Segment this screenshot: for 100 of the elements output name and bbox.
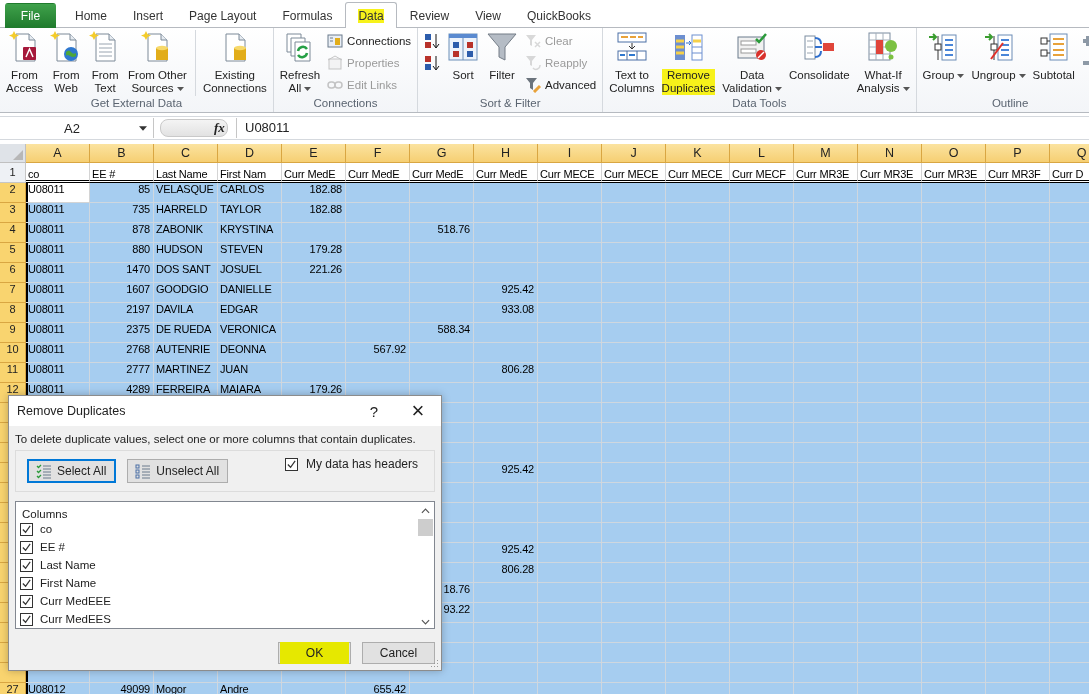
table-cell — [730, 523, 794, 543]
column-header[interactable]: G — [410, 144, 474, 163]
column-header[interactable]: N — [858, 144, 922, 163]
column-header[interactable]: B — [90, 144, 154, 163]
unselect-all-button[interactable]: Unselect All — [127, 459, 229, 483]
scroll-down-icon[interactable] — [421, 619, 430, 625]
ribbon-button[interactable]: Consolidate — [785, 30, 853, 82]
column-header[interactable]: I — [538, 144, 602, 163]
ribbon-button[interactable]: Connections — [324, 30, 415, 52]
column-header[interactable]: Q — [1050, 144, 1089, 163]
row-header[interactable]: 2 — [0, 183, 26, 203]
ribbon-tab[interactable]: Formulas — [269, 3, 346, 28]
insert-function-button[interactable]: fx — [214, 120, 228, 136]
row-header[interactable]: 6 — [0, 263, 26, 283]
table-cell — [922, 623, 986, 643]
column-header[interactable]: O — [922, 144, 986, 163]
row-header[interactable]: 10 — [0, 343, 26, 363]
row-header[interactable]: 5 — [0, 243, 26, 263]
ribbon-button[interactable]: Group — [919, 30, 968, 82]
ribbon-button[interactable]: From Text — [86, 30, 125, 95]
table-cell — [538, 323, 602, 343]
ribbon-tab[interactable]: Insert — [120, 3, 177, 28]
ribbon-button[interactable]: Refresh All — [276, 30, 324, 95]
table-cell — [858, 243, 922, 263]
ribbon-button[interactable]: Subtotal — [1029, 30, 1078, 82]
row-header[interactable]: 1 — [0, 163, 26, 183]
column-header[interactable]: F — [346, 144, 410, 163]
close-button[interactable]: × — [401, 398, 435, 424]
select-all-corner[interactable] — [0, 144, 26, 163]
ribbon-button[interactable]: What-If Analysis — [853, 30, 913, 95]
table-cell — [858, 663, 922, 683]
column-checkbox[interactable]: EE # — [20, 538, 417, 556]
table-cell — [602, 663, 666, 683]
column-header[interactable]: D — [218, 144, 282, 163]
ribbon-button[interactable]: From Access — [3, 30, 47, 95]
row-header[interactable]: 11 — [0, 363, 26, 383]
ribbon-tab[interactable]: QuickBooks — [513, 3, 604, 28]
what-if-icon — [867, 31, 900, 63]
ribbon-button[interactable]: Filter — [483, 30, 522, 82]
ribbon-button[interactable]: Advanced — [522, 74, 600, 96]
check-icon — [285, 458, 297, 470]
table-cell — [986, 463, 1050, 483]
column-checkbox[interactable]: Last Name — [20, 556, 417, 574]
ribbon-tab[interactable]: Home — [62, 3, 120, 28]
formula-bar-handle[interactable] — [160, 119, 228, 137]
ribbon-button[interactable]: From Other Sources — [125, 30, 190, 95]
table-cell: 182.88 — [282, 183, 346, 203]
row-header[interactable]: 27 — [0, 683, 26, 694]
column-header[interactable]: C — [154, 144, 218, 163]
row-header[interactable]: 8 — [0, 303, 26, 323]
help-button[interactable]: ? — [359, 402, 389, 420]
column-header[interactable]: M — [794, 144, 858, 163]
table-cell: U08011 — [26, 263, 90, 283]
ribbon-tab[interactable]: Review — [396, 3, 463, 28]
ribbon-button[interactable]: Existing Connections — [199, 30, 270, 95]
table-cell — [538, 623, 602, 643]
row-header[interactable]: 4 — [0, 223, 26, 243]
ribbon-button[interactable]: Remove Duplicates — [658, 30, 719, 95]
row-header[interactable]: 3 — [0, 203, 26, 223]
table-cell — [794, 583, 858, 603]
ribbon-button[interactable]: Data Validation — [719, 30, 785, 95]
scroll-up-icon[interactable] — [421, 508, 430, 514]
ribbon-button[interactable]: Sort — [444, 30, 483, 82]
group-label: Connections — [312, 96, 379, 111]
ribbon-tab[interactable]: Data — [345, 2, 397, 28]
headers-checkbox[interactable]: My data has headers — [284, 457, 418, 471]
column-header[interactable]: H — [474, 144, 538, 163]
file-tab[interactable]: File — [5, 3, 56, 28]
ribbon-button[interactable]: Text to Columns — [606, 30, 658, 95]
group-label: Data Tools — [731, 96, 788, 111]
row-header[interactable]: 7 — [0, 283, 26, 303]
name-box[interactable]: A2 — [2, 118, 154, 138]
table-cell — [538, 603, 602, 623]
column-header[interactable]: P — [986, 144, 1050, 163]
caret-icon — [304, 86, 312, 91]
table-cell — [602, 563, 666, 583]
group-label: Outline — [990, 96, 1030, 111]
table-cell — [986, 503, 1050, 523]
select-all-button[interactable]: Select All — [27, 459, 117, 483]
table-cell — [986, 383, 1050, 403]
ribbon-button[interactable]: From Web — [47, 30, 86, 95]
column-header[interactable]: A — [26, 144, 90, 163]
ribbon-tab[interactable]: View — [462, 3, 514, 28]
column-header[interactable]: L — [730, 144, 794, 163]
column-header[interactable]: E — [282, 144, 346, 163]
table-cell — [794, 543, 858, 563]
ungroup-icon — [982, 31, 1015, 63]
ribbon-tab[interactable]: Page Layout — [176, 3, 270, 28]
table-cell: 878 — [90, 223, 154, 243]
ribbon-button[interactable]: Ungroup — [968, 30, 1029, 82]
cancel-button[interactable]: Cancel — [362, 642, 435, 664]
ok-button[interactable]: OK — [278, 642, 351, 664]
row-header[interactable]: 9 — [0, 323, 26, 343]
scroll-thumb[interactable] — [418, 519, 433, 536]
column-header[interactable]: J — [602, 144, 666, 163]
column-checkbox[interactable]: co — [20, 520, 417, 538]
formula-field[interactable]: U08011 — [236, 118, 1089, 138]
resize-grip-icon[interactable] — [429, 658, 439, 668]
column-header[interactable]: K — [666, 144, 730, 163]
table-cell — [666, 403, 730, 423]
